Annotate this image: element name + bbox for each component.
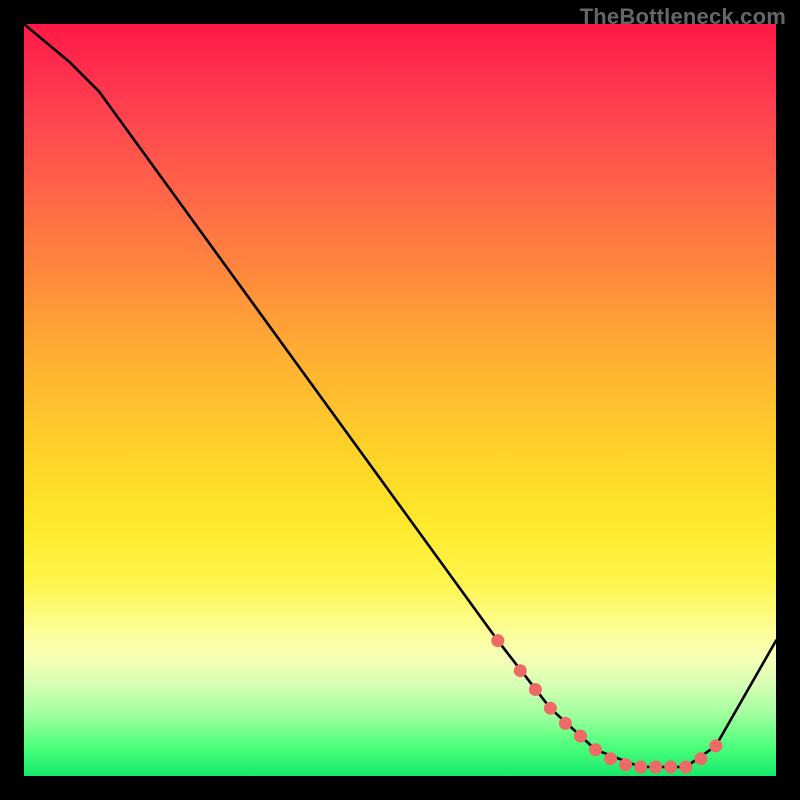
marker-dot xyxy=(679,761,692,774)
curve-markers xyxy=(491,634,722,773)
marker-dot xyxy=(574,730,587,743)
marker-dot xyxy=(529,683,542,696)
marker-dot xyxy=(694,752,707,765)
marker-dot xyxy=(491,634,504,647)
marker-dot xyxy=(604,752,617,765)
marker-dot xyxy=(709,739,722,752)
marker-dot xyxy=(514,664,527,677)
marker-dot xyxy=(589,743,602,756)
chart-overlay-svg xyxy=(24,24,776,776)
bottleneck-curve xyxy=(24,24,776,767)
marker-dot xyxy=(544,702,557,715)
marker-dot xyxy=(664,761,677,774)
chart-stage: TheBottleneck.com xyxy=(0,0,800,800)
marker-dot xyxy=(619,758,632,771)
watermark-text: TheBottleneck.com xyxy=(580,4,786,30)
marker-dot xyxy=(634,761,647,774)
marker-dot xyxy=(559,717,572,730)
marker-dot xyxy=(649,761,662,774)
